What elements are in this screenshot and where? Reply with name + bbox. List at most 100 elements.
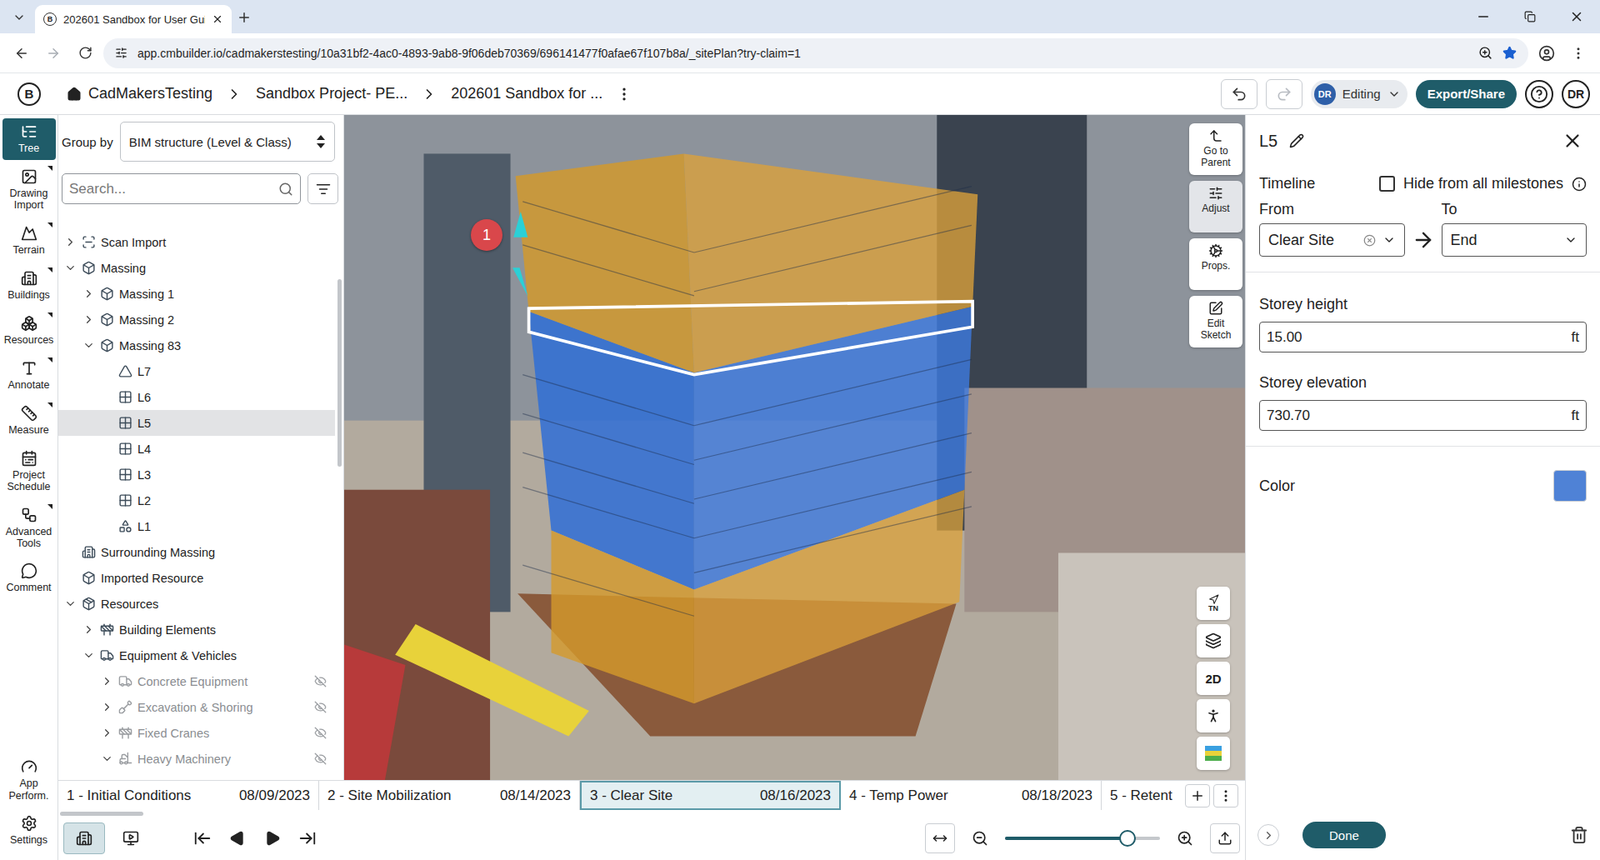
site-3d-scene[interactable]	[344, 115, 1245, 780]
view-person-button[interactable]	[1196, 699, 1230, 733]
browser-menu-button[interactable]	[1565, 40, 1592, 67]
new-tab-button[interactable]	[231, 5, 257, 30]
redo-button[interactable]	[1265, 79, 1303, 110]
tree-row[interactable]: Surrounding Massing	[58, 539, 335, 565]
to-select[interactable]: End	[1441, 223, 1588, 257]
field-input[interactable]: 15.00ft	[1259, 321, 1587, 353]
view-north-button[interactable]: TN	[1196, 586, 1230, 620]
breadcrumb[interactable]: CadMakersTesting	[66, 85, 213, 103]
view-mode-button[interactable]	[110, 822, 152, 855]
expander[interactable]	[63, 261, 77, 275]
rail-item[interactable]: Comment	[2, 557, 56, 600]
tree-scrollbar[interactable]	[335, 229, 344, 780]
zoom-in-button[interactable]	[1170, 823, 1200, 854]
tree-row[interactable]: L6	[58, 384, 335, 410]
close-panel-button[interactable]	[1561, 130, 1584, 152]
rail-item[interactable]: Buildings	[2, 265, 56, 307]
done-button[interactable]: Done	[1302, 821, 1386, 849]
expander[interactable]	[81, 313, 95, 326]
tree-row[interactable]: Imported Resource	[58, 565, 335, 591]
viewport-3d[interactable]: 1Go to ParentAdjustProps.Edit SketchTN2D	[344, 115, 1245, 780]
milestone[interactable]: 5 - Retent	[1101, 780, 1179, 810]
rail-item[interactable]: Resources	[2, 310, 56, 352]
app-logo[interactable]: B	[17, 82, 41, 106]
tree-row[interactable]: L3	[58, 461, 335, 488]
expander[interactable]	[100, 700, 114, 714]
tree-row[interactable]: Massing 2	[58, 306, 335, 333]
close-button[interactable]	[1553, 0, 1600, 34]
rail-item[interactable]: Terrain	[2, 220, 56, 262]
expander[interactable]	[81, 623, 95, 636]
milestone[interactable]: 1 - Initial Conditions08/09/2023	[58, 780, 320, 810]
milestone-menu-button[interactable]	[1213, 784, 1239, 808]
expander[interactable]	[100, 726, 114, 740]
tree-row[interactable]: L5	[58, 410, 335, 436]
view-mode-button[interactable]	[63, 822, 105, 855]
tree-row[interactable]: L2	[58, 487, 335, 514]
viewport-tool-button[interactable]: Adjust	[1189, 180, 1243, 233]
rail-item[interactable]: Measure	[2, 400, 56, 442]
expander[interactable]	[81, 339, 95, 352]
view-layers-button[interactable]	[1196, 624, 1230, 658]
milestone[interactable]: 2 - Site Mobilization08/14/2023	[319, 780, 580, 810]
tree-row[interactable]: Heavy Machinery	[58, 745, 335, 772]
expander[interactable]	[63, 235, 77, 249]
view-legend-button[interactable]	[1196, 736, 1230, 770]
breadcrumb[interactable]: 202601 Sandbox for ...	[450, 85, 603, 103]
tree-row[interactable]: Massing 83	[58, 332, 335, 359]
tree-row[interactable]: Building Elements	[58, 616, 335, 643]
search-field[interactable]: Search...	[61, 173, 301, 205]
zoom-out-button[interactable]	[965, 823, 995, 854]
view-text-button[interactable]: 2D	[1196, 661, 1230, 695]
previous-button[interactable]	[225, 825, 250, 851]
delete-button[interactable]	[1570, 825, 1589, 845]
tree-row[interactable]: Excavation & Shoring	[58, 694, 335, 720]
tree-row[interactable]: L1	[58, 513, 335, 540]
viewport-tool-button[interactable]: Props.	[1189, 238, 1243, 290]
breadcrumb[interactable]: Sandbox Project- PE...	[255, 85, 408, 103]
rail-item[interactable]: Tree	[2, 118, 56, 160]
rail-item[interactable]: Annotate	[2, 355, 56, 397]
play-button[interactable]	[260, 825, 285, 851]
tree-row[interactable]: L4	[58, 435, 335, 462]
zoom-slider[interactable]	[1005, 836, 1160, 840]
milestone[interactable]: 4 - Temp Power08/18/2023	[840, 780, 1102, 810]
rail-item[interactable]: App Perform.	[2, 753, 56, 807]
group-by-select[interactable]: BIM structure (Level & Class)	[120, 121, 335, 162]
zoom-slider-thumb[interactable]	[1119, 830, 1136, 847]
reload-button[interactable]	[71, 40, 99, 67]
annotation-marker[interactable]: 1	[470, 219, 503, 251]
expander[interactable]	[100, 752, 114, 765]
rail-item[interactable]: Drawing Import	[2, 163, 56, 217]
expander[interactable]	[63, 597, 77, 610]
rail-item[interactable]: Project Schedule	[2, 445, 56, 499]
tree-row[interactable]: Resources	[58, 590, 335, 617]
expander[interactable]	[81, 287, 95, 300]
add-milestone-button[interactable]	[1185, 784, 1210, 808]
fit-button[interactable]	[925, 823, 955, 854]
browser-tab[interactable]: B202601 Sandbox for User Guid	[35, 5, 232, 34]
hide-checkbox[interactable]	[1379, 175, 1395, 192]
help-button[interactable]	[1525, 80, 1554, 109]
tree-row[interactable]: Scan Import	[58, 229, 335, 255]
filter-button[interactable]	[307, 173, 339, 205]
restore-button[interactable]	[1506, 0, 1554, 34]
tree-row[interactable]: Fixed Cranes	[58, 720, 335, 746]
tree-row[interactable]: Massing 1	[58, 280, 335, 307]
color-swatch[interactable]	[1553, 470, 1587, 502]
from-select[interactable]: Clear Site	[1259, 223, 1405, 257]
rail-item[interactable]: Advanced Tools	[2, 501, 56, 555]
expander[interactable]	[81, 649, 95, 662]
tab-list-button[interactable]	[6, 5, 32, 30]
profile-button[interactable]	[1533, 40, 1560, 67]
field-input[interactable]: 730.70ft	[1259, 400, 1587, 431]
milestone[interactable]: 3 - Clear Site08/16/2023	[580, 780, 841, 810]
export-timeline-button[interactable]	[1210, 823, 1240, 854]
minimize-button[interactable]	[1460, 0, 1507, 34]
milestone-scrollbar[interactable]	[58, 810, 1245, 817]
user-avatar[interactable]: DR	[1561, 80, 1590, 109]
mode-selector[interactable]: DREditing	[1310, 80, 1408, 109]
export-share-button[interactable]: Export/Share	[1415, 80, 1517, 109]
first-button[interactable]	[190, 825, 215, 851]
undo-button[interactable]	[1220, 79, 1258, 110]
